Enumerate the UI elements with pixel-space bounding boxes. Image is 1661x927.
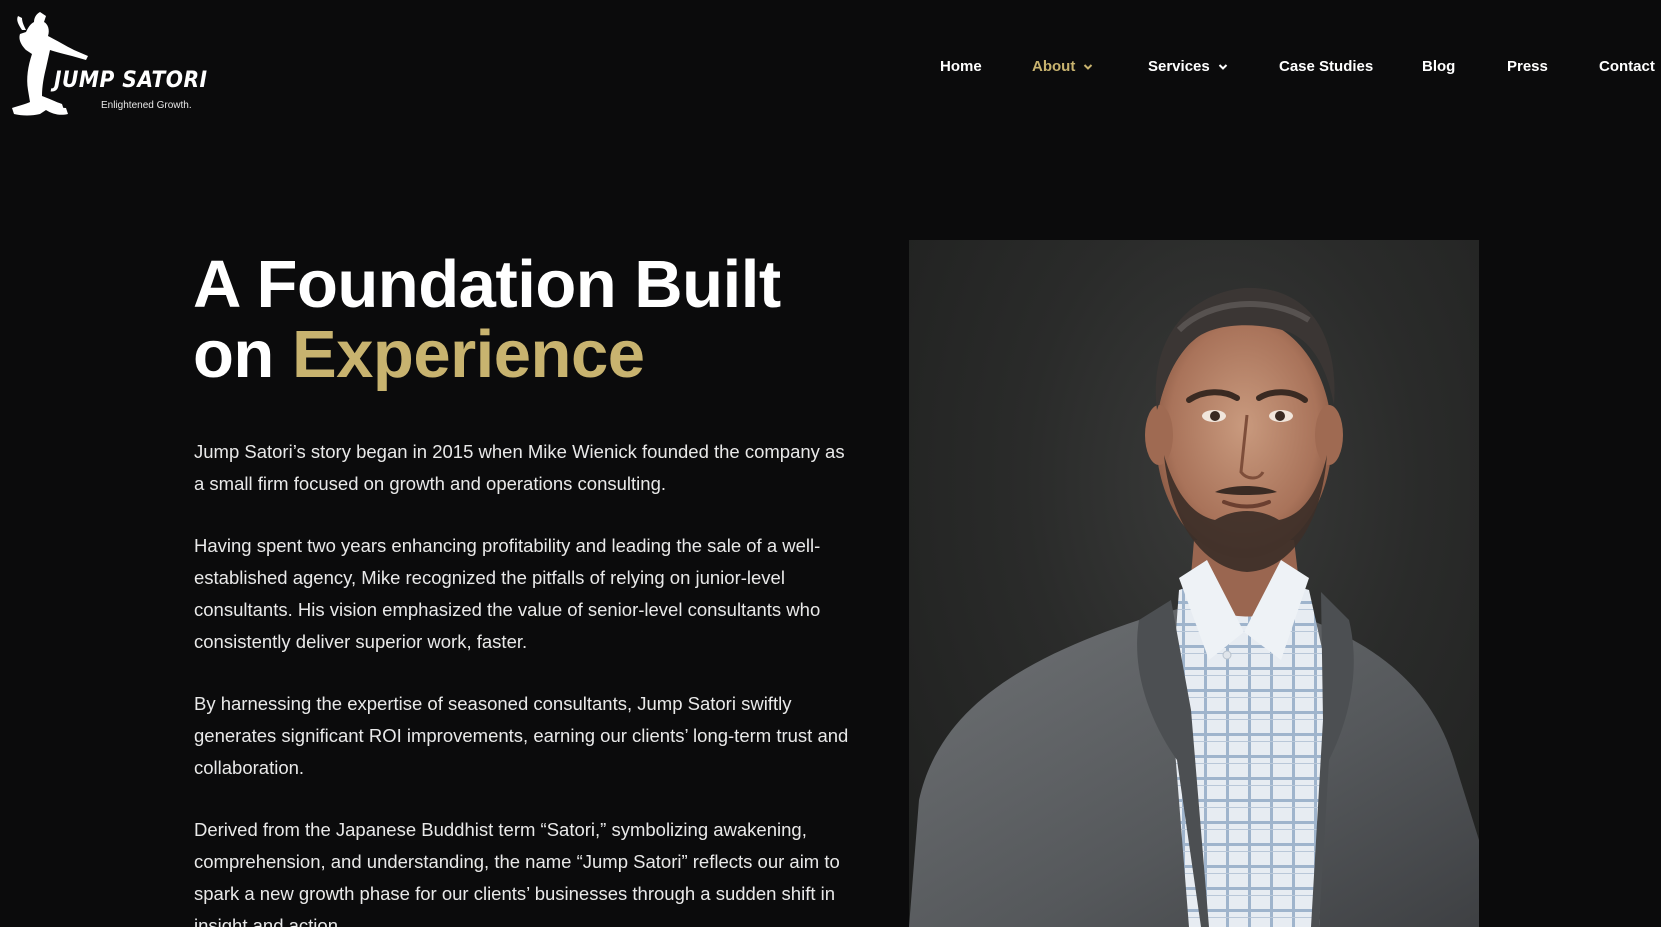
nav-press[interactable]: Press — [1507, 58, 1548, 75]
chevron-down-icon — [1218, 63, 1227, 70]
story-paragraph-3: By harnessing the expertise of seasoned … — [194, 693, 849, 778]
nav-case-studies[interactable]: Case Studies — [1279, 58, 1373, 75]
nav-services-label: Services — [1148, 58, 1210, 75]
nav-contact[interactable]: Contact — [1599, 58, 1655, 75]
story-paragraph-2: Having spent two years enhancing profita… — [194, 535, 821, 652]
nav-services[interactable]: Services — [1148, 58, 1228, 75]
story-paragraph-1: Jump Satori’s story began in 2015 when M… — [194, 441, 845, 494]
chevron-down-icon — [1084, 63, 1093, 70]
headline-prefix: on — [193, 317, 292, 392]
story-paragraph-4: Derived from the Japanese Buddhist term … — [194, 819, 840, 927]
headline-accent: Experience — [291, 317, 645, 392]
nav-about-label: About — [1032, 58, 1076, 75]
nav-blog[interactable]: Blog — [1422, 58, 1455, 75]
nav-contact-label: Contact — [1599, 58, 1655, 75]
main-navigation: Home About Services Case Studies Blog Pr… — [900, 58, 1661, 82]
nav-case-studies-label: Case Studies — [1279, 58, 1374, 75]
brand-tagline: Enlightened Growth. — [101, 100, 192, 111]
nav-home-label: Home — [940, 58, 982, 75]
headline-line-1: A Foundation Built — [193, 247, 781, 322]
nav-blog-label: Blog — [1422, 58, 1456, 75]
founder-portrait — [909, 240, 1479, 927]
about-story: Jump Satori’s story began in 2015 when M… — [194, 436, 854, 927]
page: JUMP SATORI Enlightened Growth. Home Abo… — [0, 0, 1661, 927]
brand-name: JUMP SATORI — [54, 68, 208, 93]
site-logo[interactable]: JUMP SATORI Enlightened Growth. — [8, 10, 207, 125]
founder-portrait-illustration — [909, 287, 1479, 927]
nav-press-label: Press — [1507, 58, 1548, 75]
nav-about[interactable]: About — [1032, 58, 1093, 75]
nav-home[interactable]: Home — [940, 58, 982, 75]
page-title: A Foundation Built on Experience — [193, 250, 833, 390]
